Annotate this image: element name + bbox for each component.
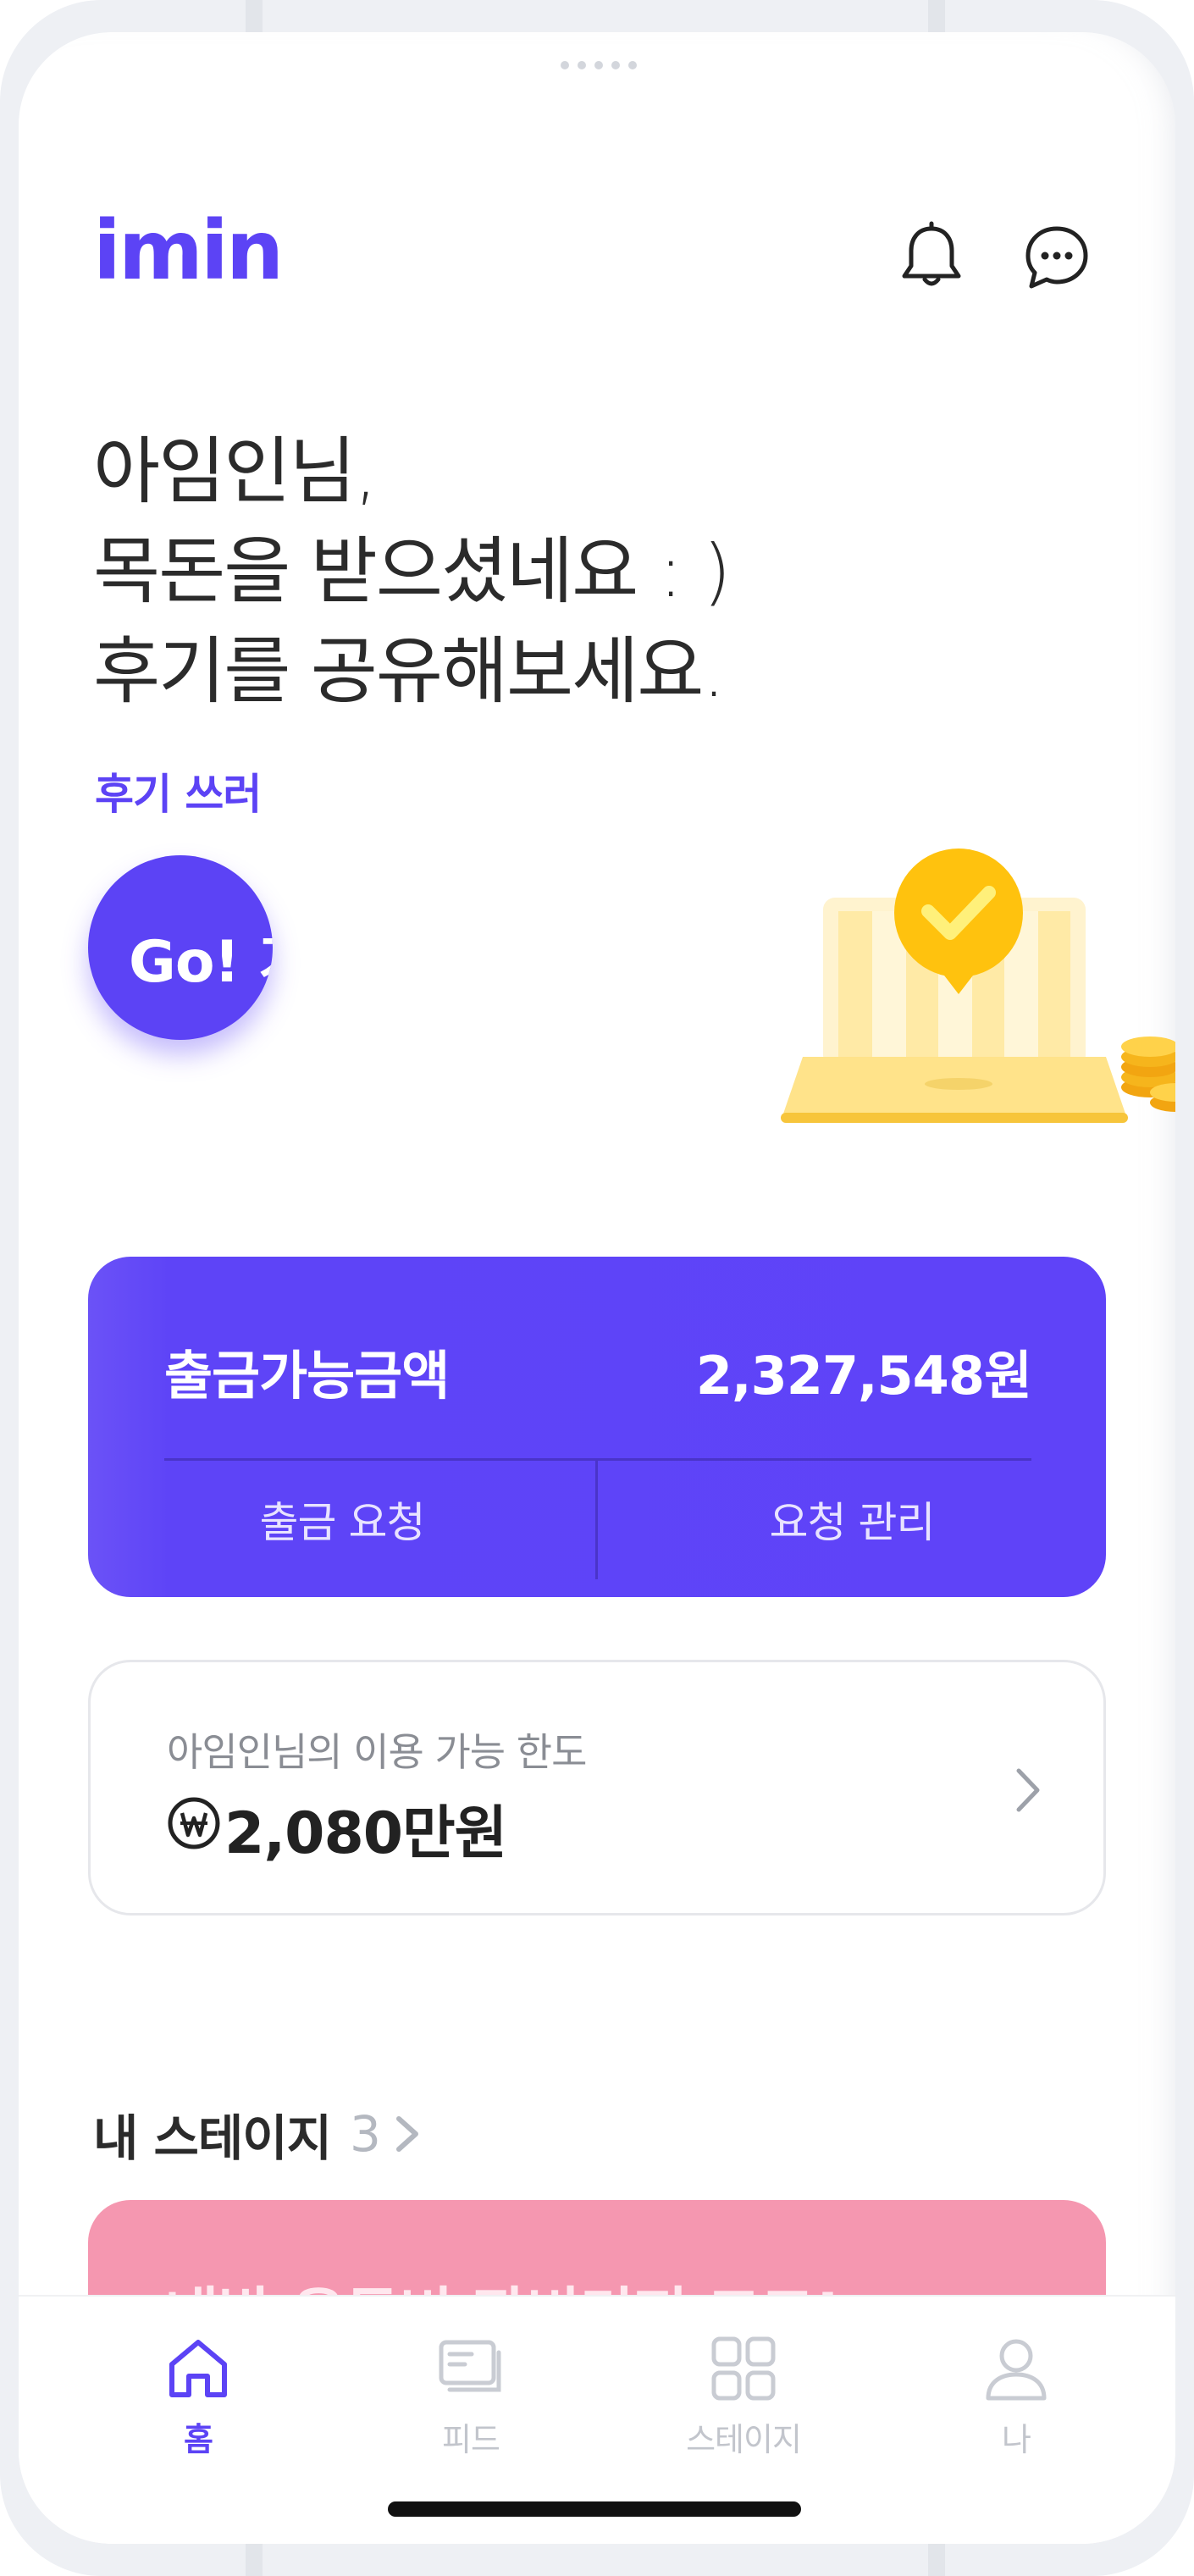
tab-stage[interactable]: 스테이지 — [642, 2330, 845, 2460]
credit-limit-value: 2,080만원 — [224, 1800, 507, 1867]
home-icon — [169, 2340, 227, 2397]
my-stages-count: 3 — [350, 2105, 381, 2163]
laptop-check-illustration — [781, 849, 1175, 1123]
grid-icon — [711, 2336, 776, 2401]
balance-amount: 2,327,548원 — [695, 1345, 1032, 1407]
balance-label: 출금가능금액 — [164, 1345, 450, 1407]
my-stages-header[interactable]: 내 스테이지 3 — [93, 2098, 426, 2170]
greeting-line: 아임인님, — [93, 429, 378, 514]
person-icon — [986, 2339, 1047, 2401]
device-frame: imin 아임인님, 목돈을 받으셨네요 : ) 후기를 공유해보세요. 후기 … — [0, 0, 1194, 2576]
withdraw-request-button[interactable]: 출금 요청 — [88, 1460, 596, 1578]
tab-label: 스테이지 — [686, 2421, 802, 2458]
won-icon — [168, 1797, 220, 1849]
write-review-link[interactable]: 후기 쓰러 — [95, 760, 262, 821]
tab-label: 홈 — [184, 2421, 213, 2458]
device-rail — [928, 0, 945, 34]
chevron-right-icon — [1016, 1768, 1040, 1812]
app-screen: imin 아임인님, 목돈을 받으셨네요 : ) 후기를 공유해보세요. 후기 … — [19, 32, 1175, 2544]
balance-card: 출금가능금액 2,327,548원 출금 요청 요청 관리 — [88, 1257, 1106, 1597]
tab-label: 피드 — [442, 2421, 500, 2458]
credit-limit-card[interactable]: 아임인님의 이용 가능 한도 2,080만원 — [88, 1660, 1106, 1915]
go-button-label: Go! 가기 — [129, 929, 273, 996]
sheet-handle — [561, 61, 637, 69]
chat-bubble-icon[interactable] — [1016, 217, 1097, 298]
app-logo: imin — [93, 203, 284, 298]
go-button[interactable]: Go! 가기 — [88, 855, 273, 1040]
device-rail — [928, 2542, 945, 2576]
bottom-tab-bar: 홈 피드 스테이지 나 — [19, 2295, 1175, 2544]
device-rail — [246, 0, 263, 34]
credit-limit-label: 아임인님의 이용 가능 한도 — [167, 1729, 587, 1775]
greeting-line: 후기를 공유해보세요. — [93, 629, 726, 714]
my-stages-title: 내 스테이지 — [93, 2109, 332, 2167]
bell-icon[interactable] — [891, 217, 972, 298]
device-rail — [246, 2542, 263, 2576]
tab-me[interactable]: 나 — [915, 2330, 1118, 2460]
feed-icon — [439, 2340, 501, 2392]
home-indicator — [388, 2501, 801, 2517]
tab-home[interactable]: 홈 — [97, 2330, 300, 2460]
chevron-right-icon — [395, 2116, 418, 2152]
greeting-text: 아임인님, 목돈을 받으셨네요 : ) 후기를 공유해보세요. — [93, 422, 940, 721]
manage-requests-button[interactable]: 요청 관리 — [598, 1460, 1106, 1578]
tab-label: 나 — [1002, 2421, 1031, 2458]
tab-feed[interactable]: 피드 — [369, 2330, 572, 2460]
greeting-line: 목돈을 받으셨네요 : ) — [93, 529, 732, 614]
